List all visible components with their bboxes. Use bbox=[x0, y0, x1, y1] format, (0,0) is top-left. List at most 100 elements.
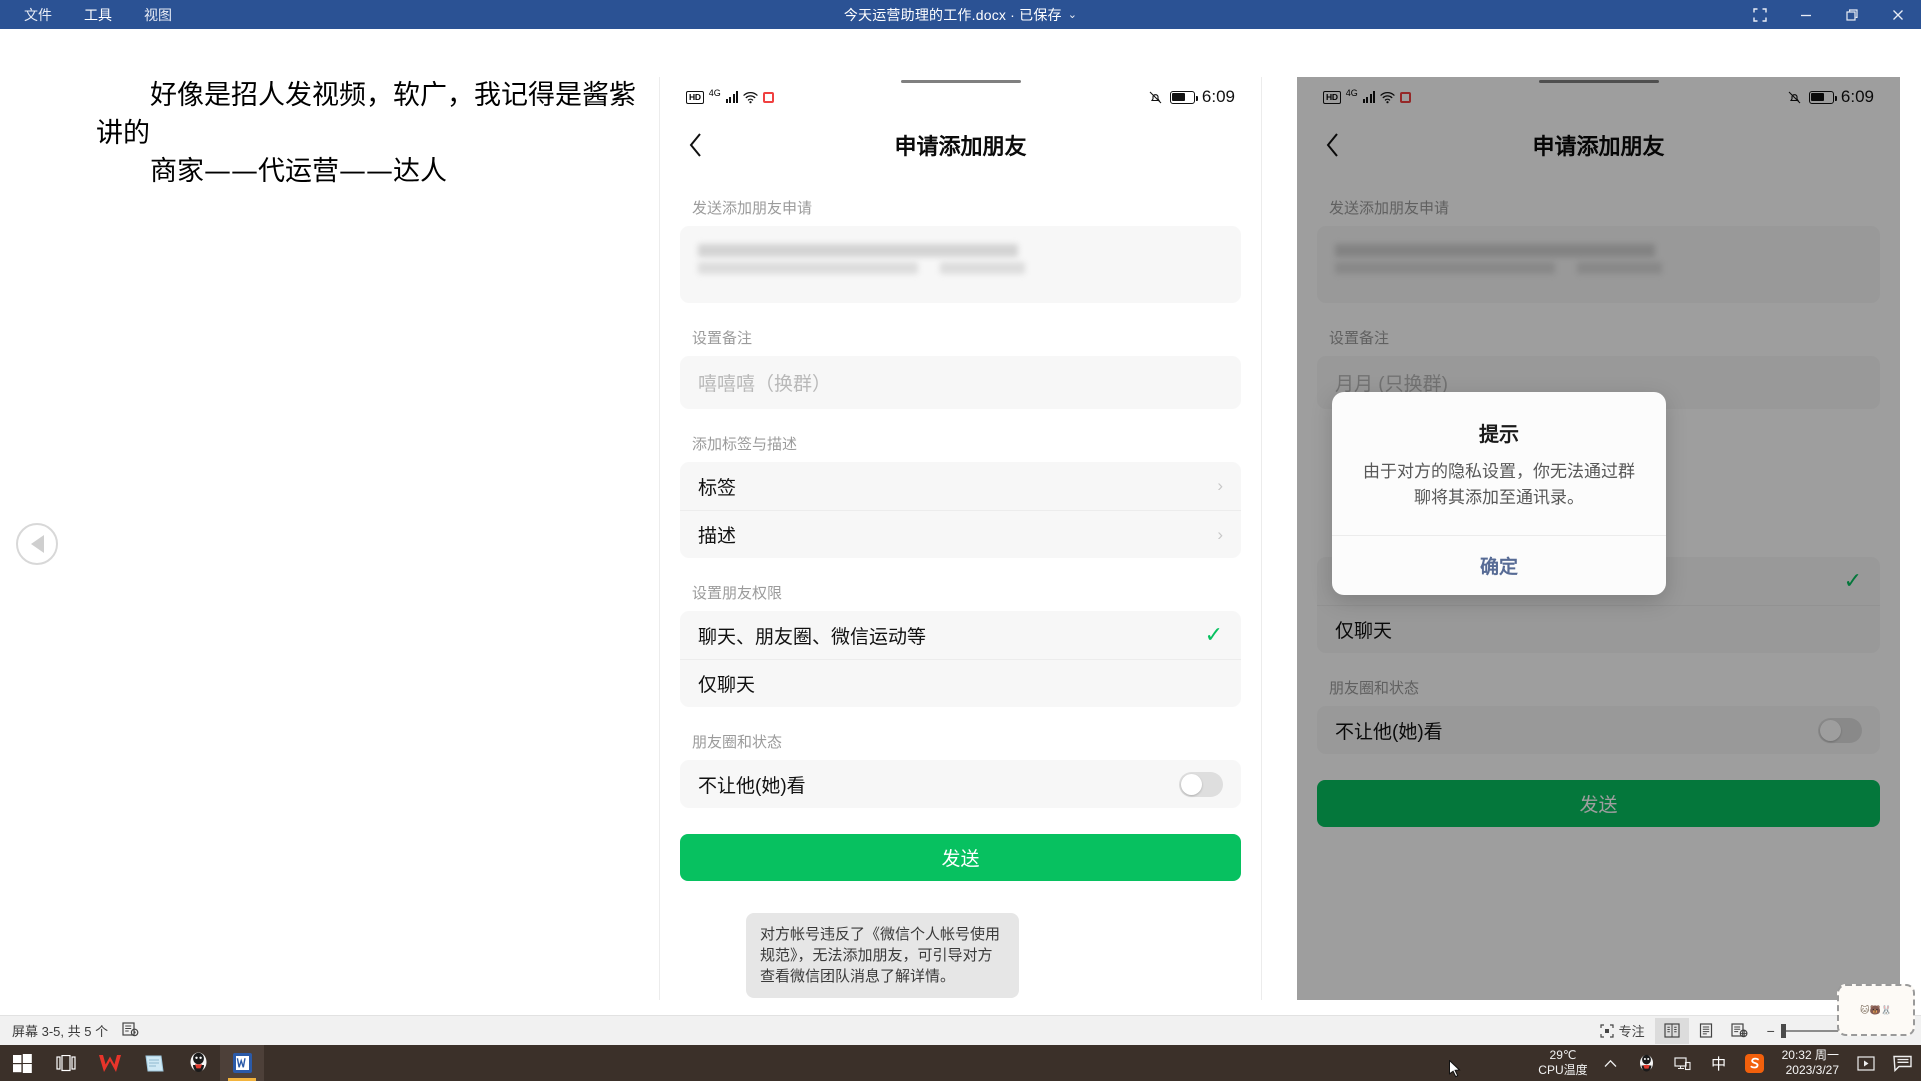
sogou-icon[interactable] bbox=[1742, 1048, 1768, 1078]
focus-mode-button[interactable]: 专注 bbox=[1590, 1021, 1655, 1040]
hide-from-toggle[interactable] bbox=[1179, 771, 1223, 797]
remark-field-card[interactable]: 嘻嘻嘻（换群） bbox=[680, 356, 1241, 409]
recording-indicator-icon bbox=[763, 91, 775, 103]
permission-option-chat-only[interactable]: 仅聊天 bbox=[1317, 605, 1880, 653]
warning-toast: 对方帐号违反了《微信个人帐号使用规范》，无法添加朋友，可引导对方查看微信团队消息… bbox=[746, 913, 1019, 998]
send-button[interactable]: 发送 bbox=[1317, 780, 1880, 827]
tag-row[interactable]: 标签 › bbox=[680, 462, 1241, 510]
wifi-icon bbox=[743, 91, 759, 103]
media-icon[interactable] bbox=[1853, 1048, 1879, 1078]
word-icon[interactable] bbox=[220, 1045, 264, 1081]
clock-date: 2023/3/27 bbox=[1785, 1063, 1839, 1077]
document-title-text: 今天运营助理的工作.docx · 已保存 bbox=[843, 6, 1062, 23]
close-icon[interactable] bbox=[1875, 0, 1921, 29]
qq-icon[interactable] bbox=[176, 1045, 220, 1081]
phone-screenshot-right: HD 4G 6:09 申请添加朋友 发送添加朋友申请 设置备注 月月 (只换群)… bbox=[1297, 77, 1900, 1000]
permission-option-chat-only-label: 仅聊天 bbox=[698, 675, 756, 696]
remark-label: 设置备注 bbox=[692, 330, 753, 347]
windows-start-icon[interactable] bbox=[0, 1045, 44, 1081]
permission-option-chat-only[interactable]: 仅聊天 bbox=[680, 659, 1241, 707]
permission-card: 聊天、朋友圈、微信运动等 ✓ 仅聊天 bbox=[680, 611, 1241, 707]
permission-option-all[interactable]: 聊天、朋友圈、微信运动等 ✓ bbox=[680, 611, 1241, 659]
menu-bar: 文件 工具 视图 bbox=[0, 1, 188, 29]
page-view-icon[interactable] bbox=[1654, 1017, 1689, 1044]
remark-input[interactable]: 嘻嘻嘻（换群） bbox=[680, 356, 1241, 409]
fullscreen-icon[interactable] bbox=[1737, 0, 1783, 29]
desktop-pet-widget[interactable]: 🐱🐻🐰 bbox=[1837, 984, 1915, 1036]
request-message-box[interactable] bbox=[1317, 226, 1880, 303]
hide-from-label: 不让他(她)看 bbox=[1335, 721, 1443, 743]
page-title: 申请添加朋友 bbox=[1532, 134, 1665, 159]
chevron-right-icon: › bbox=[1217, 524, 1223, 544]
document-title[interactable]: 今天运营助理的工作.docx · 已保存 ⌄ bbox=[844, 5, 1077, 25]
title-bar: 文件 工具 视图 今天运营助理的工作.docx · 已保存 ⌄ bbox=[0, 0, 1921, 29]
task-view-icon[interactable] bbox=[44, 1045, 88, 1081]
hide-from-toggle[interactable] bbox=[1818, 717, 1862, 743]
zoom-out-button[interactable]: − bbox=[1767, 1023, 1775, 1039]
phone-notch bbox=[900, 80, 1021, 83]
wps-office-icon[interactable] bbox=[88, 1045, 132, 1081]
signal-bars-icon bbox=[725, 91, 739, 103]
phone-clock: 6:09 bbox=[1201, 87, 1235, 106]
send-button[interactable]: 发送 bbox=[680, 834, 1241, 881]
hide-from-row[interactable]: 不让他(她)看 bbox=[680, 760, 1241, 808]
redacted-line bbox=[698, 244, 1018, 257]
web-view-icon[interactable] bbox=[1723, 1018, 1757, 1044]
phone-notch bbox=[1538, 80, 1659, 83]
tags-label: 添加标签与描述 bbox=[692, 436, 798, 453]
privacy-dialog: 提示 由于对方的隐私设置，你无法通过群聊将其添加至通讯录。 确定 bbox=[1332, 392, 1666, 595]
reading-view-icon[interactable] bbox=[1689, 1018, 1723, 1044]
wifi-icon bbox=[1380, 91, 1396, 103]
request-label: 发送添加朋友申请 bbox=[692, 200, 813, 217]
hd-icon: HD bbox=[1323, 90, 1341, 104]
network-icon[interactable] bbox=[1670, 1048, 1696, 1078]
ime-chinese-icon[interactable]: 中 bbox=[1706, 1048, 1732, 1078]
phone-status-bar: HD 4G 6:09 bbox=[1297, 77, 1900, 117]
qq-penguin-icon[interactable] bbox=[1634, 1048, 1660, 1078]
menu-item-file[interactable]: 文件 bbox=[8, 1, 68, 29]
mouse-cursor bbox=[1449, 1060, 1461, 1078]
chevron-left-icon bbox=[30, 535, 44, 553]
previous-page-button[interactable] bbox=[16, 523, 58, 565]
moments-card: 不让他(她)看 bbox=[680, 760, 1241, 808]
back-icon[interactable] bbox=[1315, 128, 1349, 162]
description-row[interactable]: 描述 › bbox=[680, 510, 1241, 558]
zoom-thumb[interactable] bbox=[1780, 1023, 1786, 1038]
chevron-down-icon[interactable]: ⌄ bbox=[1068, 8, 1077, 21]
dialog-confirm-button[interactable]: 确定 bbox=[1332, 536, 1666, 595]
phone-content: 发送添加朋友申请 设置备注 嘻嘻嘻（换群） 添加标签与描述 标签 › 描述 › … bbox=[660, 197, 1261, 881]
restore-icon[interactable] bbox=[1829, 0, 1875, 29]
status-right-icons: 6:09 bbox=[1148, 87, 1235, 107]
phone-screenshot-middle: HD 4G 6:09 申请添加朋友 发送添加朋友申请 设置备注 嘻嘻嘻（换群） … bbox=[659, 77, 1262, 1000]
hide-from-label: 不让他(她)看 bbox=[698, 775, 806, 797]
notepad-icon[interactable] bbox=[132, 1045, 176, 1081]
permission-option-all-label: 聊天、朋友圈、微信运动等 bbox=[698, 626, 927, 648]
hide-from-row[interactable]: 不让他(她)看 bbox=[1317, 706, 1880, 754]
taskbar-clock[interactable]: 20:32 周一 2023/3/27 bbox=[1778, 1048, 1843, 1078]
clock-time: 20:32 周一 bbox=[1781, 1048, 1839, 1062]
description-row-label: 描述 bbox=[698, 526, 737, 547]
redacted-line bbox=[1335, 262, 1555, 274]
request-label: 发送添加朋友申请 bbox=[1329, 200, 1450, 217]
moments-label: 朋友圈和状态 bbox=[1329, 680, 1420, 697]
menu-item-tools[interactable]: 工具 bbox=[68, 1, 128, 29]
page-title: 申请添加朋友 bbox=[894, 134, 1027, 159]
request-message-box[interactable] bbox=[680, 226, 1241, 303]
redacted-line bbox=[698, 262, 918, 274]
battery-icon bbox=[1169, 90, 1198, 104]
battery-icon bbox=[1808, 90, 1837, 104]
document-canvas[interactable]: 好像是招人发视频，软广，我记得是酱紫讲的 商家——代运营——达人 HD 4G 6… bbox=[0, 29, 1921, 1015]
back-icon[interactable] bbox=[678, 128, 712, 162]
chevron-up-icon[interactable] bbox=[1598, 1048, 1624, 1078]
word-count-icon[interactable] bbox=[122, 1021, 139, 1040]
hd-icon: HD bbox=[686, 90, 704, 104]
network-type-label: 4G bbox=[708, 88, 721, 98]
phone-status-bar: HD 4G 6:09 bbox=[660, 77, 1261, 117]
redacted-line bbox=[1577, 262, 1662, 274]
cpu-temperature-widget[interactable]: 29℃ CPU温度 bbox=[1538, 1048, 1587, 1078]
minimize-icon[interactable] bbox=[1783, 0, 1829, 29]
status-left-group: 屏幕 3-5, 共 5 个 bbox=[0, 1021, 139, 1040]
menu-item-view[interactable]: 视图 bbox=[128, 1, 188, 29]
action-center-icon[interactable] bbox=[1889, 1048, 1915, 1078]
document-text-block[interactable]: 好像是招人发视频，软广，我记得是酱紫讲的 商家——代运营——达人 bbox=[96, 77, 656, 191]
